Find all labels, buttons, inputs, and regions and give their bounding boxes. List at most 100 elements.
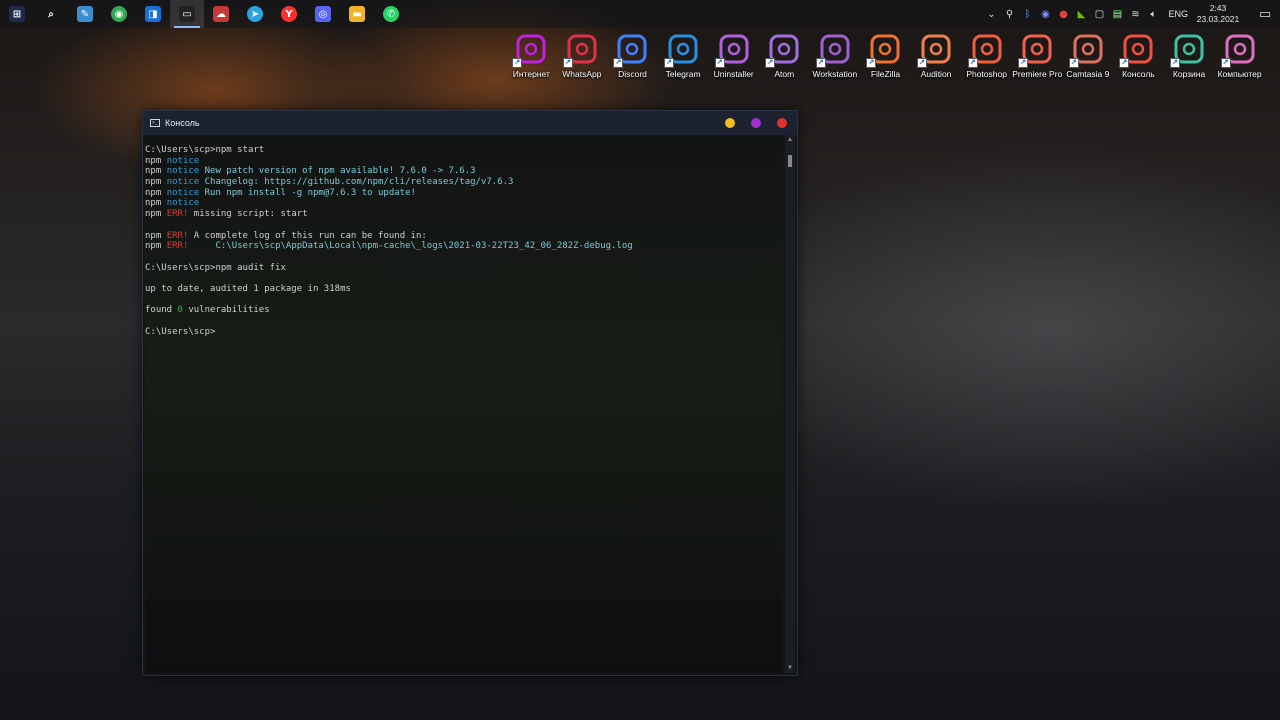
taskbar-folder-button[interactable]: ▬ <box>340 0 374 28</box>
terminal-text: C:\Users\scp\AppData\Local\npm-cache\_lo… <box>188 241 633 252</box>
scroll-down-icon[interactable]: ▼ <box>785 663 795 673</box>
terminal-text: up to date, audited 1 package in 318ms <box>145 283 351 294</box>
paper-plane-icon: ↗ <box>664 32 700 68</box>
volume-icon[interactable]: 🔈︎ <box>1146 7 1160 21</box>
computer-icon: ↗ <box>1220 32 1257 68</box>
start-icon: ⊞ <box>9 6 25 22</box>
desktop-shortcut[interactable]: ↗ Camtasia 9 <box>1063 32 1114 79</box>
terminal-text: missing script: start <box>188 209 308 220</box>
desktop-shortcut-label: Компьютер <box>1217 69 1262 79</box>
terminal-text: found <box>145 305 178 316</box>
console-window: >_ Консоль C:\Users\scp>npm start npm not… <box>142 110 798 676</box>
taskbar-notes-button[interactable]: ✎ <box>68 0 102 28</box>
terminal-text: Changelog: https://github.com/npm/cli/re… <box>199 177 514 188</box>
terminal-text: npm <box>145 155 167 166</box>
window-icon[interactable]: ▢ <box>1092 7 1106 21</box>
terminal-line: npm notice <box>145 198 783 209</box>
window-controls <box>709 111 787 135</box>
terminal-line: C:\Users\scp>npm start <box>145 145 783 156</box>
desktop-shortcut-label: Audition <box>920 69 952 79</box>
title-bar[interactable]: >_ Консоль <box>143 111 797 135</box>
video-camera-icon: ↗ <box>613 32 649 68</box>
desktop-shortcut[interactable]: ↗ Компьютер <box>1214 32 1265 79</box>
close-button[interactable] <box>777 118 787 128</box>
notification-icon[interactable]: ▭ <box>1250 0 1280 28</box>
chevron-up-icon[interactable]: ⌄ <box>984 7 998 21</box>
desktop-shortcut[interactable]: ↗ Audition <box>911 32 962 79</box>
chrome-tray-icon[interactable]: ● <box>1056 7 1070 21</box>
terminal-text: Run npm install -g npm@7.6.3 to update! <box>199 187 416 198</box>
terminal-line: npm notice Changelog: https://github.com… <box>145 177 783 188</box>
discord-tray-icon[interactable]: ◉ <box>1038 7 1052 21</box>
terminal-text: npm <box>145 177 167 188</box>
taskbar-app-button[interactable]: ◨ <box>136 0 170 28</box>
terminal-text: npm <box>145 198 167 209</box>
terminal-line: npm ERR! C:\Users\scp\AppData\Local\npm-… <box>145 241 783 252</box>
bluetooth-icon[interactable]: ᛒ <box>1020 7 1034 21</box>
terminal-text: notice <box>166 187 200 198</box>
nvidia-icon[interactable]: ◣ <box>1074 7 1088 21</box>
scroll-thumb[interactable] <box>788 155 792 167</box>
desktop-shortcut[interactable]: ↗ Premiere Pro <box>1012 32 1063 79</box>
taskbar-console-button[interactable]: ▭ <box>170 0 204 28</box>
desktop-shortcut[interactable]: ↗ Discord <box>607 32 658 79</box>
terminal-text: npm <box>145 241 167 252</box>
scroll-up-icon[interactable]: ▲ <box>785 135 795 145</box>
desktop-shortcut-label: WhatsApp <box>562 69 602 79</box>
window-title: Консоль <box>165 118 200 128</box>
shortcut-arrow-icon: ↗ <box>664 58 675 68</box>
desktop-shortcut-label: Корзина <box>1172 69 1206 79</box>
taskbar-cloud-button[interactable]: ☁ <box>204 0 238 28</box>
desktop-icons: ↗ Интернет ↗ WhatsApp ↗ Discord ↗ Telegram ↗ Unin… <box>506 32 1265 79</box>
desktop-shortcut[interactable]: ↗ Корзина <box>1164 32 1215 79</box>
desktop-shortcut[interactable]: ↗ Telegram <box>658 32 709 79</box>
terminal-text: ERR! <box>166 230 189 241</box>
taskbar-search-button[interactable]: ⌕ <box>34 0 68 28</box>
search-icon: ⌕ <box>48 8 54 20</box>
notes-icon: ✎ <box>77 6 93 22</box>
taskbar-whatsapp-button[interactable]: ✆ <box>374 0 408 28</box>
language-indicator[interactable]: ENG <box>1168 9 1188 19</box>
taskbar-chrome-button[interactable]: ◉ <box>102 0 136 28</box>
desktop-shortcut[interactable]: ↗ Консоль <box>1113 32 1164 79</box>
terminal-line: up to date, audited 1 package in 318ms <box>145 284 783 295</box>
desktop-shortcut[interactable]: ↗ Workstation <box>810 32 861 79</box>
desktop-shortcut[interactable]: ↗ Uninstaller <box>708 32 759 79</box>
desktop-shortcut-label: Uninstaller <box>713 69 754 79</box>
minimize-button[interactable] <box>725 118 735 128</box>
terminal-text: notice <box>166 177 200 188</box>
whatsapp-icon: ↗ <box>562 32 599 68</box>
taskbar-apps: ⊞ ⌕ ✎ ◉ ◨ ▭ ☁ ➤ Y ◎ ▬ ✆ <box>0 0 408 28</box>
wifi-icon[interactable]: ≋ <box>1128 7 1142 21</box>
terminal-text: npm <box>145 187 167 198</box>
terminal-text: New patch version of npm available! 7.6.… <box>199 166 476 177</box>
premiere-icon: ↗ <box>1018 32 1054 68</box>
tor-browser-icon: ↗ <box>512 32 548 68</box>
desktop-shortcut[interactable]: ↗ FileZilla <box>860 32 911 79</box>
taskbar-yandex-button[interactable]: Y <box>272 0 306 28</box>
desktop-shortcut-label: Консоль <box>1122 69 1155 79</box>
maximize-button[interactable] <box>751 118 761 128</box>
taskbar-telegram-button[interactable]: ➤ <box>238 0 272 28</box>
yandex-icon: Y <box>281 6 297 22</box>
folder-icon: ▬ <box>349 6 365 22</box>
discord-icon: ◎ <box>315 6 331 22</box>
desktop-shortcut[interactable]: ↗ Интернет <box>506 32 557 79</box>
desktop-shortcut-label: Discord <box>618 69 647 79</box>
taskbar-start-button[interactable]: ⊞ <box>0 0 34 28</box>
desktop-shortcut[interactable]: ↗ WhatsApp <box>557 32 608 79</box>
terminal-text: vulnerabilities <box>182 305 270 316</box>
desktop-shortcut[interactable]: ↗ Atom <box>759 32 810 79</box>
scrollbar[interactable]: ▲ ▼ <box>785 135 795 673</box>
terminal-output[interactable]: C:\Users\scp>npm start npm notice npm noti… <box>145 135 783 673</box>
clock[interactable]: 2:43 23.03.2021 <box>1196 3 1240 25</box>
cloud-icon: ☁ <box>213 6 229 22</box>
network-icon[interactable]: ⚲ <box>1002 7 1016 21</box>
terminal-line: found 0 vulnerabilities <box>145 305 783 316</box>
desktop-shortcut-label: Atom <box>774 69 795 79</box>
terminal-text: ERR! <box>166 241 189 252</box>
battery-icon[interactable]: ▤ <box>1110 7 1124 21</box>
desktop-shortcut[interactable]: ↗ Photoshop <box>961 32 1012 79</box>
taskbar-discord-button[interactable]: ◎ <box>306 0 340 28</box>
shortcut-arrow-icon: ↗ <box>714 58 725 68</box>
